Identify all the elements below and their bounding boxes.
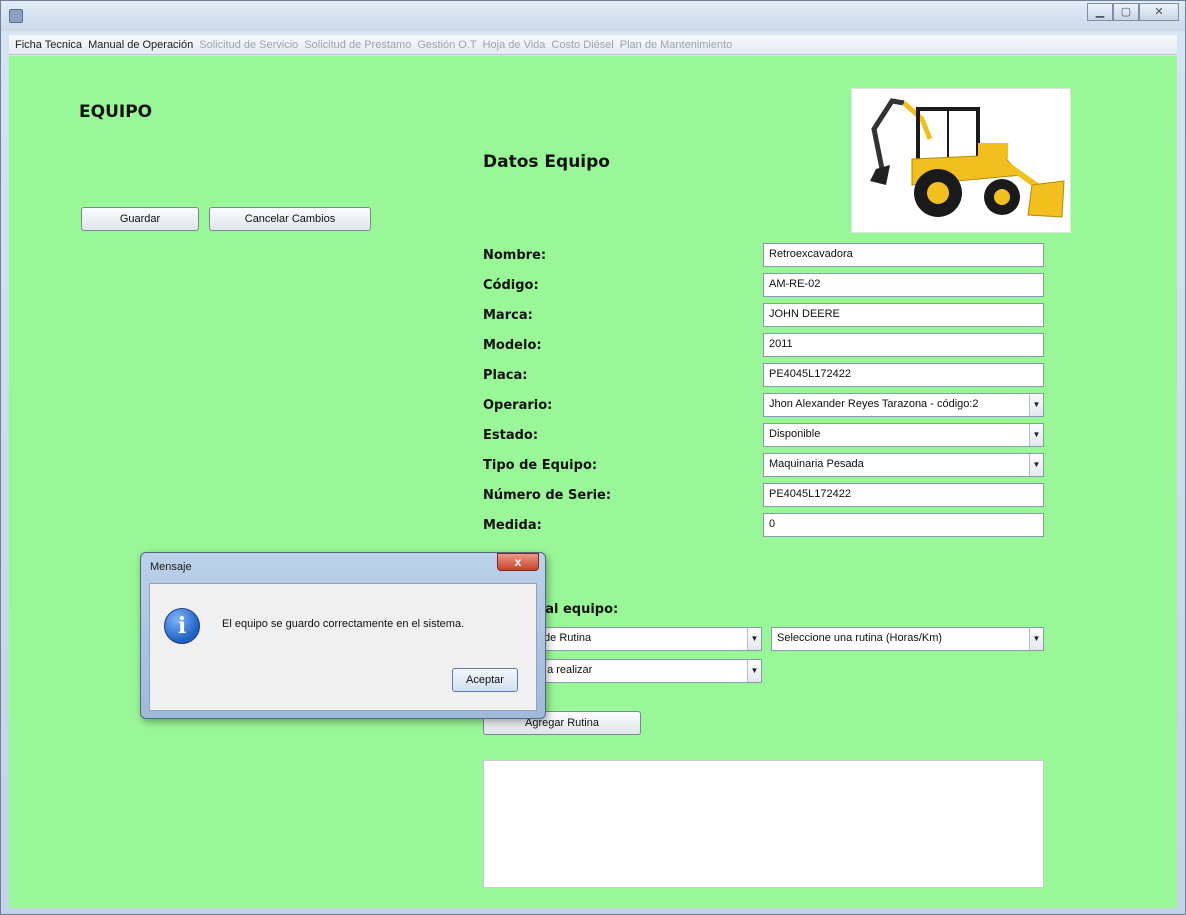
numero-serie-label: Número de Serie: <box>483 488 612 503</box>
section-title: Datos Equipo <box>483 152 610 172</box>
chevron-down-icon[interactable]: ▼ <box>1029 454 1043 476</box>
chevron-down-icon[interactable]: ▼ <box>1029 628 1043 650</box>
dialog-body: i El equipo se guardo correctamente en e… <box>149 583 537 711</box>
backhoe-loader-image <box>870 98 1065 218</box>
cancel-changes-button[interactable]: Cancelar Cambios <box>209 207 371 231</box>
menu-plan-mantenimiento[interactable]: Plan de Mantenimiento <box>617 39 736 51</box>
nombre-field[interactable]: Retroexcavadora <box>763 243 1044 267</box>
tipo-equipo-select[interactable]: Maquinaria Pesada ▼ <box>763 453 1044 477</box>
menu-gestion-ot[interactable]: Gestión O.T <box>414 39 479 51</box>
dialog-message: El equipo se guardo correctamente en el … <box>222 618 465 630</box>
application-window: ▁ ▢ ✕ Ficha Tecnica Manual de Operación … <box>0 0 1186 915</box>
chevron-down-icon[interactable]: ▼ <box>1029 424 1043 446</box>
estado-select-value: Disponible <box>769 428 821 440</box>
page-title: EQUIPO <box>79 102 153 122</box>
chevron-down-icon[interactable]: ▼ <box>747 660 761 682</box>
chevron-down-icon[interactable]: ▼ <box>747 628 761 650</box>
modelo-field[interactable]: 2011 <box>763 333 1044 357</box>
rutina-select[interactable]: Seleccione una rutina (Horas/Km) ▼ <box>771 627 1044 651</box>
menu-hoja-vida[interactable]: Hoja de Vida <box>480 39 549 51</box>
operario-select[interactable]: Jhon Alexander Reyes Tarazona - código:2… <box>763 393 1044 417</box>
estado-select[interactable]: Disponible ▼ <box>763 423 1044 447</box>
save-button[interactable]: Guardar <box>81 207 199 231</box>
operario-select-value: Jhon Alexander Reyes Tarazona - código:2 <box>769 398 979 410</box>
routines-text-area[interactable] <box>483 760 1044 888</box>
menu-ficha-tecnica[interactable]: Ficha Tecnica <box>12 39 85 51</box>
medida-field[interactable]: 0 <box>763 513 1044 537</box>
tipo-equipo-select-value: Maquinaria Pesada <box>769 458 864 470</box>
info-icon: i <box>164 608 200 644</box>
chevron-down-icon[interactable]: ▼ <box>1029 394 1043 416</box>
dialog-title: Mensaje <box>150 561 192 573</box>
rutina-select-value: Seleccione una rutina (Horas/Km) <box>777 632 943 644</box>
dialog-close-button[interactable]: x <box>497 553 539 571</box>
window-controls: ▁ ▢ ✕ <box>1087 3 1179 23</box>
close-window-icon[interactable]: ✕ <box>1139 3 1179 21</box>
placa-label: Placa: <box>483 368 528 383</box>
maximize-icon[interactable]: ▢ <box>1113 3 1139 21</box>
marca-field[interactable]: JOHN DEERE <box>763 303 1044 327</box>
estado-label: Estado: <box>483 428 539 443</box>
menu-costo-diesel[interactable]: Costo Diésel <box>548 39 616 51</box>
nombre-label: Nombre: <box>483 248 547 263</box>
marca-label: Marca: <box>483 308 533 323</box>
menu-bar: Ficha Tecnica Manual de Operación Solici… <box>9 35 1177 55</box>
java-app-icon <box>9 9 23 23</box>
menu-manual-operacion[interactable]: Manual de Operación <box>85 39 196 51</box>
minimize-icon[interactable]: ▁ <box>1087 3 1113 21</box>
codigo-field[interactable]: AM-RE-02 <box>763 273 1044 297</box>
title-bar[interactable]: ▁ ▢ ✕ <box>1 1 1185 31</box>
operario-label: Operario: <box>483 398 553 413</box>
numero-serie-field[interactable]: PE4045L172422 <box>763 483 1044 507</box>
message-dialog: Mensaje x i El equipo se guardo correcta… <box>140 552 546 719</box>
tipo-equipo-label: Tipo de Equipo: <box>483 458 598 473</box>
menu-solicitud-servicio[interactable]: Solicitud de Servicio <box>196 39 301 51</box>
placa-field[interactable]: PE4045L172422 <box>763 363 1044 387</box>
codigo-label: Código: <box>483 278 539 293</box>
modelo-label: Modelo: <box>483 338 542 353</box>
medida-label: Medida: <box>483 518 542 533</box>
menu-solicitud-prestamo[interactable]: Solicitud de Prestamo <box>301 39 414 51</box>
ok-button[interactable]: Aceptar <box>452 668 518 692</box>
main-panel: EQUIPO Datos Equipo Guardar Cancelar Cam… <box>9 56 1177 908</box>
equipment-photo <box>851 88 1071 233</box>
